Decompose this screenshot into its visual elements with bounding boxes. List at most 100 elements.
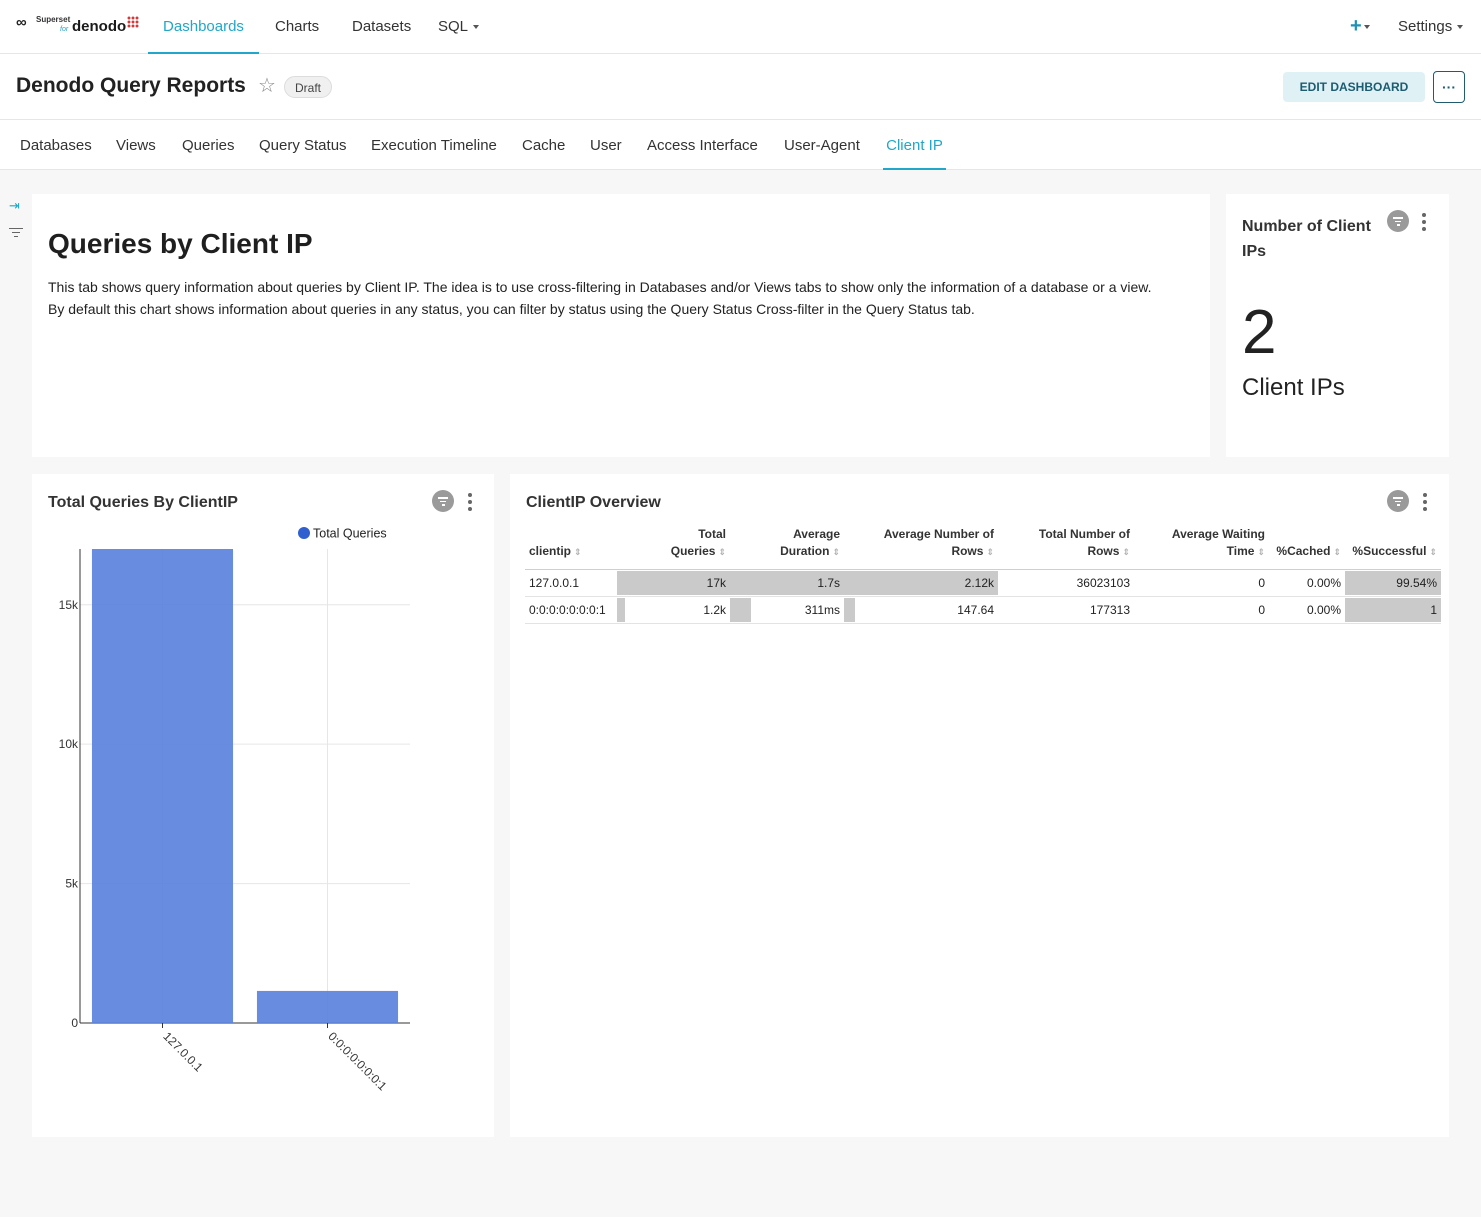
settings-menu[interactable]: Settings [1398,0,1464,54]
tab-label: Databases [20,137,92,154]
column-header-cached[interactable]: %Cached ⇕ [1269,526,1345,570]
column-header-label: %Cached [1276,544,1331,558]
table-cell: 36023103 [998,569,1134,597]
tab-label: User [590,137,622,154]
nav-dashboards-label: Dashboards [163,18,244,35]
tab-user[interactable]: User [590,120,622,170]
cell-value-bar [844,598,855,622]
cell-text: 0.00% [1306,576,1341,590]
nav-datasets[interactable]: Datasets [352,0,411,54]
cell-text: 1 [1430,603,1437,617]
dashboard-header: Denodo Query Reports ☆ Draft EDIT DASHBO… [0,54,1481,120]
column-header-total-rows[interactable]: Total Number of Rows ⇕ [998,526,1134,570]
table-title: ClientIP Overview [526,494,661,511]
column-header-label: Duration [780,544,830,558]
table-row[interactable]: 127.0.0.1 17k 1.7s 2.12k 36023103 0 0.00% 99.54… [525,569,1441,597]
sort-icon[interactable]: ⇕ [1333,544,1341,561]
tab-label: Query Status [259,137,347,154]
markdown-card: Queries by Client IP This tab shows quer… [32,194,1210,457]
sort-icon[interactable]: ⇕ [986,544,994,561]
cell-text: 0 [1258,576,1265,590]
clientip-table: clientip ⇕ Total Queries ⇕ Average Duration ⇕… [525,526,1441,624]
tab-access-interface[interactable]: Access Interface [647,120,758,170]
table-cell: 2.12k [844,569,998,597]
sort-icon[interactable]: ⇕ [718,544,726,561]
tab-client-ip[interactable]: Client IP [883,120,946,170]
tab-user-agent[interactable]: User-Agent [784,120,860,170]
filter-icon[interactable] [9,227,23,239]
chevron-down-icon [1363,24,1370,29]
favorite-star-icon[interactable]: ☆ [258,74,276,98]
tab-queries[interactable]: Queries [182,120,235,170]
nav-sql[interactable]: SQL [438,0,480,54]
column-header-successful[interactable]: %Successful ⇕ [1345,526,1441,570]
table-cell: 0.00% [1269,569,1345,597]
kebab-menu-icon[interactable] [1422,493,1428,511]
chevron-down-icon [1457,25,1464,30]
add-new-button[interactable]: + [1350,16,1370,36]
markdown-paragraph-1: This tab shows query information about q… [48,279,1152,295]
bar-chart: 0 5k 10k 15k 127.0.0.1 0:0:0:0:0:0:0:1 Total Q… [59,527,410,1094]
settings-label: Settings [1398,18,1453,35]
sort-icon[interactable]: ⇕ [1122,544,1130,561]
column-header-average-waiting-time[interactable]: Average Waiting Time ⇕ [1134,526,1269,570]
tab-label: Execution Timeline [371,137,497,154]
tab-label: User-Agent [784,137,860,154]
cell-text: 2.12k [964,576,994,590]
column-header-average-rows[interactable]: Average Number of Rows ⇕ [844,526,998,570]
nav-datasets-label: Datasets [352,18,412,35]
tab-execution-timeline[interactable]: Execution Timeline [371,120,497,170]
tab-label: Queries [182,137,235,154]
markdown-paragraph-2: By default this chart shows information … [48,301,975,317]
big-number-value: 2 [1242,298,1277,367]
nav-charts[interactable]: Charts [275,0,319,54]
cell-text: 17k [706,576,726,590]
expand-filters-icon[interactable]: ⇥ [9,198,20,214]
tab-cache[interactable]: Cache [522,120,565,170]
sort-icon[interactable]: ⇕ [574,544,582,561]
sort-icon[interactable]: ⇕ [1429,544,1437,561]
table-cell: 1.2k [617,596,730,624]
brand-superset-text: Superset [36,15,71,24]
cell-value-bar [730,598,751,622]
draft-badge[interactable]: Draft [284,76,333,98]
nav-charts-label: Charts [275,18,320,35]
tab-label: Views [116,137,156,154]
more-options-button[interactable]: ··· [1433,71,1465,103]
edit-dashboard-button[interactable]: EDIT DASHBOARD [1283,72,1425,102]
cross-filter-icon[interactable] [1387,490,1409,512]
big-number-subtitle: Client IPs [1242,374,1345,401]
table-cell: 0 [1134,569,1269,597]
column-header-clientip[interactable]: clientip ⇕ [525,526,617,570]
nav-dashboards[interactable]: Dashboards [148,0,259,54]
brand-dots-icon [127,16,139,28]
tab-label: Cache [522,137,566,154]
markdown-heading: Queries by Client IP [48,228,313,259]
legend-marker [298,527,310,539]
tab-databases[interactable]: Databases [20,120,92,170]
brand-logo[interactable]: ∞ Superset for denodo [16,14,142,38]
cell-text: 0.00% [1306,603,1341,617]
sort-icon[interactable]: ⇕ [832,544,840,561]
column-header-label: %Successful [1352,544,1427,558]
kebab-menu-icon[interactable] [1421,213,1427,231]
cell-text: 311ms [804,603,840,617]
dashboard-title[interactable]: Denodo Query Reports [16,74,246,98]
table-row[interactable]: 0:0:0:0:0:0:0:1 1.2k 311ms 147.64 177313 0 0.0… [525,596,1441,624]
column-header-label: Queries [670,544,716,558]
legend-label: Total Queries [313,527,387,541]
column-header-label: Average [793,527,840,541]
dashboard-tabs: Databases Views Queries Query Status Exe… [0,120,1481,170]
column-header-label: clientip [529,544,572,558]
column-header-total-queries[interactable]: Total Queries ⇕ [617,526,730,570]
tab-query-status[interactable]: Query Status [259,120,347,170]
cell-text: 127.0.0.1 [529,576,580,590]
sort-icon[interactable]: ⇕ [1257,544,1265,561]
table-cell: 0.00% [1269,596,1345,624]
column-header-average-duration[interactable]: Average Duration ⇕ [730,526,844,570]
infinity-icon: ∞ [16,14,27,31]
tab-views[interactable]: Views [116,120,156,170]
cross-filter-icon[interactable] [1387,210,1409,232]
cell-text: 0 [1258,603,1265,617]
brand-for-text: for [60,26,69,33]
